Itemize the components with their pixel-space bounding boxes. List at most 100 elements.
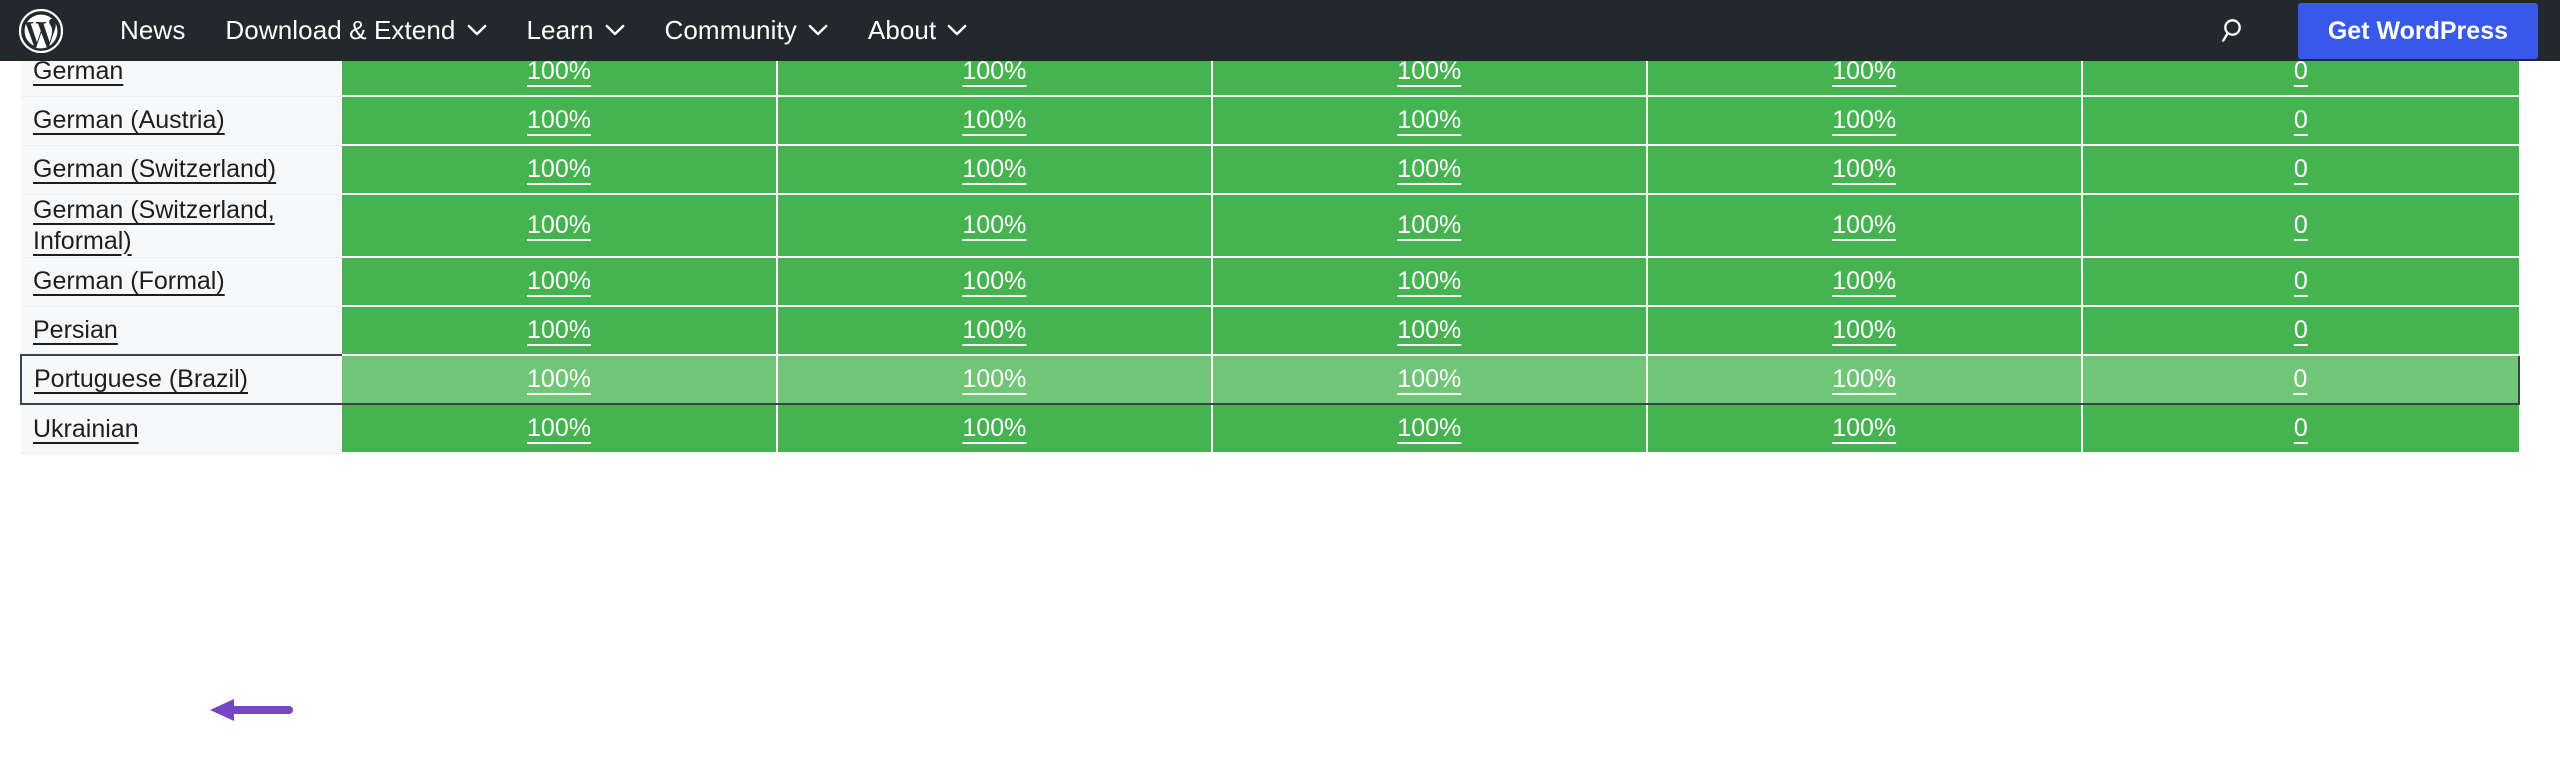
locale-stat-link[interactable]: 100% [1397, 365, 1461, 393]
locale-name-link[interactable]: Portuguese (Brazil) [34, 365, 248, 393]
locale-name-cell[interactable]: Portuguese (Brazil) [19, 354, 343, 405]
locale-stat-link[interactable]: 0 [2294, 414, 2308, 442]
locale-stat-cell[interactable]: 100% [1211, 306, 1648, 356]
wordpress-logo-icon[interactable] [18, 8, 64, 54]
locale-stat-link[interactable]: 100% [1832, 211, 1896, 239]
locale-stat-cell[interactable]: 0 [2081, 145, 2519, 195]
locale-stat-cell[interactable]: 100% [342, 61, 778, 97]
locale-stat-link[interactable]: 100% [527, 365, 591, 393]
locale-name-link[interactable]: German (Switzerland, Informal) [33, 196, 275, 255]
locale-stat-link[interactable]: 100% [962, 316, 1026, 344]
locale-stat-link[interactable]: 100% [1832, 414, 1896, 442]
locale-stat-cell[interactable]: 100% [776, 257, 1213, 307]
locale-stat-link[interactable]: 100% [527, 316, 591, 344]
locale-stat-link[interactable]: 0 [2294, 211, 2308, 239]
locale-stat-cell[interactable]: 0 [2081, 404, 2519, 454]
locale-stat-link[interactable]: 100% [1832, 316, 1896, 344]
locale-stat-cell[interactable]: 100% [776, 404, 1213, 454]
locale-stat-cell[interactable]: 100% [776, 354, 1213, 405]
locale-stat-link[interactable]: 100% [1397, 61, 1461, 85]
nav-item-community[interactable]: Community [645, 0, 848, 61]
locale-stat-cell[interactable]: 100% [776, 194, 1213, 258]
locale-stat-cell[interactable]: 0 [2081, 257, 2519, 307]
locale-name-cell[interactable]: German (Austria) [21, 96, 343, 146]
locale-stat-cell[interactable]: 100% [776, 145, 1213, 195]
locale-stat-link[interactable]: 100% [527, 211, 591, 239]
locale-name-link[interactable]: Ukrainian [33, 415, 139, 443]
locale-stat-link[interactable]: 0 [2294, 267, 2308, 295]
locale-stat-cell[interactable]: 100% [342, 306, 778, 356]
locale-stat-cell[interactable]: 100% [1211, 61, 1648, 97]
locale-stat-cell[interactable]: 0 [2081, 354, 2521, 405]
locale-stat-link[interactable]: 100% [1832, 61, 1896, 85]
locale-name-cell[interactable]: Persian [21, 306, 343, 356]
locale-stat-link[interactable]: 100% [962, 414, 1026, 442]
locale-name-link[interactable]: Persian [33, 316, 118, 344]
get-wordpress-button[interactable]: Get WordPress [2297, 2, 2538, 59]
locale-stat-link[interactable]: 100% [962, 267, 1026, 295]
table-row[interactable]: Ukrainian 100% 100% 100% 100% 0 [21, 404, 2519, 454]
locale-name-link[interactable]: German (Switzerland) [33, 155, 276, 183]
locale-stat-cell[interactable]: 100% [1646, 257, 2083, 307]
locale-stat-cell[interactable]: 100% [342, 194, 778, 258]
locale-stat-link[interactable]: 100% [962, 61, 1026, 85]
locale-name-cell[interactable]: German [21, 61, 343, 97]
table-row-highlighted[interactable]: Portuguese (Brazil) 100% 100% 100% 100% … [19, 354, 2521, 405]
locale-stat-cell[interactable]: 100% [1211, 354, 1648, 405]
locale-stat-link[interactable]: 100% [527, 414, 591, 442]
locale-stat-cell[interactable]: 100% [1211, 404, 1648, 454]
locale-stat-cell[interactable]: 100% [342, 96, 778, 146]
table-row[interactable]: Persian 100% 100% 100% 100% 0 [21, 306, 2519, 356]
locale-stat-cell[interactable]: 100% [342, 257, 778, 307]
locale-stat-link[interactable]: 0 [2293, 365, 2307, 393]
locale-stat-cell[interactable]: 100% [1211, 257, 1648, 307]
locale-stat-cell[interactable]: 100% [342, 145, 778, 195]
locale-stat-cell[interactable]: 0 [2081, 194, 2519, 258]
locale-stat-link[interactable]: 0 [2294, 106, 2308, 134]
locale-stat-cell[interactable]: 0 [2081, 61, 2519, 97]
table-row[interactable]: German (Switzerland) 100% 100% 100% 100%… [21, 145, 2519, 195]
nav-item-learn[interactable]: Learn [507, 0, 645, 61]
locale-stat-cell[interactable]: 100% [1646, 194, 2083, 258]
locale-stat-link[interactable]: 100% [1397, 414, 1461, 442]
nav-item-news[interactable]: News [100, 0, 205, 61]
locale-stat-cell[interactable]: 100% [1646, 96, 2083, 146]
locale-stat-cell[interactable]: 100% [776, 96, 1213, 146]
locale-name-cell[interactable]: German (Formal) [21, 257, 343, 307]
locale-stat-link[interactable]: 100% [1397, 211, 1461, 239]
locale-stat-cell[interactable]: 0 [2081, 306, 2519, 356]
table-row[interactable]: German (Switzerland, Informal) 100% 100%… [21, 194, 2519, 258]
locale-stat-link[interactable]: 100% [1832, 365, 1896, 393]
locale-stat-link[interactable]: 100% [1832, 155, 1896, 183]
locale-name-cell[interactable]: German (Switzerland) [21, 145, 343, 195]
locale-stat-link[interactable]: 100% [962, 155, 1026, 183]
locale-stat-link[interactable]: 100% [527, 267, 591, 295]
locale-stat-link[interactable]: 100% [1832, 267, 1896, 295]
locale-name-link[interactable]: German (Formal) [33, 267, 225, 295]
locale-stat-cell[interactable]: 0 [2081, 96, 2519, 146]
table-row[interactable]: German (Austria) 100% 100% 100% 100% 0 [21, 96, 2519, 146]
locale-stat-link[interactable]: 100% [1397, 106, 1461, 134]
locale-stat-cell[interactable]: 100% [1211, 194, 1648, 258]
locale-stat-link[interactable]: 0 [2294, 155, 2308, 183]
locale-stat-link[interactable]: 100% [962, 211, 1026, 239]
locale-stat-link[interactable]: 100% [962, 106, 1026, 134]
table-row[interactable]: German (Formal) 100% 100% 100% 100% 0 [21, 257, 2519, 307]
locale-stat-link[interactable]: 0 [2294, 61, 2308, 85]
locale-stat-cell[interactable]: 100% [1646, 145, 2083, 195]
locale-stat-cell[interactable]: 100% [776, 306, 1213, 356]
locale-stat-link[interactable]: 0 [2294, 316, 2308, 344]
locale-stat-link[interactable]: 100% [1397, 155, 1461, 183]
locale-name-cell[interactable]: German (Switzerland, Informal) [21, 194, 343, 258]
locale-name-link[interactable]: German [33, 61, 123, 85]
locale-stat-cell[interactable]: 100% [1646, 306, 2083, 356]
locale-stat-link[interactable]: 100% [527, 155, 591, 183]
locale-stat-link[interactable]: 100% [962, 365, 1026, 393]
locale-stat-cell[interactable]: 100% [342, 404, 778, 454]
locale-stat-cell[interactable]: 100% [1211, 145, 1648, 195]
nav-item-about[interactable]: About [848, 0, 987, 61]
locale-stat-cell[interactable]: 100% [342, 354, 778, 405]
table-row[interactable]: German 100% 100% 100% 100% 0 [21, 61, 2519, 97]
locale-stat-cell[interactable]: 100% [1211, 96, 1648, 146]
locale-name-link[interactable]: German (Austria) [33, 106, 225, 134]
